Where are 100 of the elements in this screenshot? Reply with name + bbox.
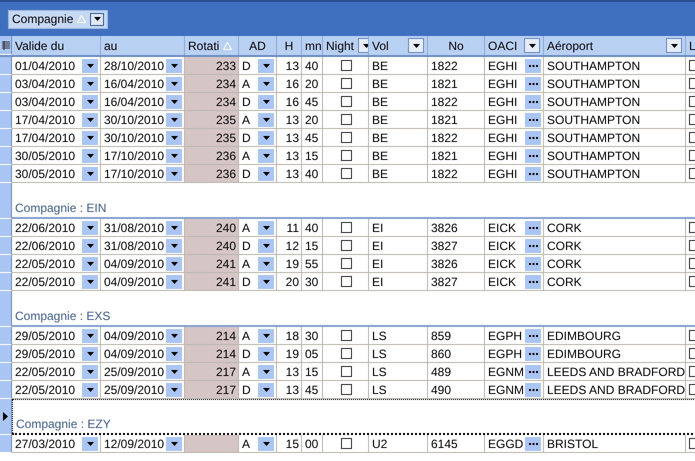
ellipsis-button[interactable] — [525, 130, 541, 144]
dropdown-button[interactable] — [82, 58, 98, 72]
filter-dropdown-button[interactable] — [524, 38, 540, 53]
ellipsis-button[interactable] — [525, 364, 541, 378]
dropdown-button[interactable] — [258, 166, 274, 180]
ellipsis-button[interactable] — [525, 436, 541, 450]
checkbox[interactable] — [340, 330, 352, 341]
checkbox[interactable] — [340, 438, 352, 449]
filter-dropdown-button[interactable] — [408, 38, 424, 53]
ellipsis-button[interactable] — [525, 382, 541, 396]
dropdown-button[interactable] — [166, 382, 182, 396]
dropdown-button[interactable] — [166, 436, 182, 450]
dropdown-button[interactable] — [258, 436, 274, 450]
dropdown-button[interactable] — [82, 130, 98, 144]
dropdown-button[interactable] — [82, 346, 98, 360]
dropdown-button[interactable] — [258, 130, 274, 144]
checkbox[interactable] — [340, 78, 352, 89]
dropdown-button[interactable] — [82, 364, 98, 378]
column-header[interactable]: mn — [302, 36, 323, 55]
dropdown-button[interactable] — [166, 238, 182, 252]
group-header-row[interactable]: Compagnie : EXS — [12, 291, 695, 327]
dropdown-button[interactable] — [258, 256, 274, 270]
dropdown-button[interactable] — [166, 166, 182, 180]
filter-dropdown-button[interactable] — [90, 12, 104, 26]
filter-dropdown-button[interactable] — [666, 38, 682, 53]
dropdown-button[interactable] — [82, 328, 98, 342]
column-header[interactable]: H — [277, 36, 302, 55]
dropdown-button[interactable] — [258, 238, 274, 252]
group-header-row[interactable]: Compagnie : EZY — [12, 399, 695, 435]
checkbox[interactable] — [340, 240, 352, 251]
ellipsis-button[interactable] — [525, 274, 541, 288]
dropdown-button[interactable] — [258, 220, 274, 234]
column-header[interactable]: No — [428, 36, 485, 55]
ellipsis-button[interactable] — [525, 58, 541, 72]
dropdown-button[interactable] — [82, 274, 98, 288]
dropdown-button[interactable] — [166, 364, 182, 378]
dropdown-button[interactable] — [82, 436, 98, 450]
dropdown-button[interactable] — [166, 274, 182, 288]
dropdown-button[interactable] — [82, 382, 98, 396]
dropdown-button[interactable] — [166, 220, 182, 234]
checkbox[interactable] — [340, 222, 352, 233]
dropdown-button[interactable] — [166, 94, 182, 108]
dropdown-button[interactable] — [166, 112, 182, 126]
checkbox[interactable] — [340, 114, 352, 125]
group-by-chip[interactable]: Compagnie — [8, 10, 108, 28]
dropdown-button[interactable] — [166, 130, 182, 144]
dropdown-button[interactable] — [82, 148, 98, 162]
dropdown-button[interactable] — [258, 76, 274, 90]
dropdown-button[interactable] — [258, 274, 274, 288]
group-header-row[interactable]: Compagnie : EIN — [12, 183, 695, 219]
checkbox[interactable] — [340, 168, 352, 179]
column-header[interactable]: AD — [239, 36, 277, 55]
dropdown-button[interactable] — [258, 346, 274, 360]
dropdown-button[interactable] — [82, 238, 98, 252]
ellipsis-button[interactable] — [525, 328, 541, 342]
ellipsis-button[interactable] — [525, 112, 541, 126]
checkbox[interactable] — [340, 384, 352, 395]
checkbox[interactable] — [340, 348, 352, 359]
dropdown-button[interactable] — [166, 148, 182, 162]
column-header[interactable]: Night — [323, 36, 369, 55]
dropdown-button[interactable] — [258, 328, 274, 342]
checkbox[interactable] — [340, 96, 352, 107]
dropdown-button[interactable] — [166, 58, 182, 72]
dropdown-button[interactable] — [82, 112, 98, 126]
column-header[interactable]: Rotati — [185, 36, 239, 55]
dropdown-button[interactable] — [258, 58, 274, 72]
dropdown-button[interactable] — [258, 112, 274, 126]
ellipsis-button[interactable] — [525, 220, 541, 234]
checkbox[interactable] — [340, 258, 352, 269]
dropdown-button[interactable] — [82, 94, 98, 108]
dropdown-button[interactable] — [258, 148, 274, 162]
row-selector[interactable] — [0, 399, 12, 435]
column-header[interactable]: Valide du — [12, 36, 101, 55]
dropdown-button[interactable] — [166, 256, 182, 270]
column-header[interactable]: Vol — [369, 36, 428, 55]
column-header[interactable]: OACI — [485, 36, 544, 55]
ellipsis-button[interactable] — [525, 94, 541, 108]
column-chooser-icon[interactable] — [2, 40, 10, 50]
dropdown-button[interactable] — [166, 76, 182, 90]
checkbox[interactable] — [340, 150, 352, 161]
ellipsis-button[interactable] — [525, 238, 541, 252]
checkbox[interactable] — [340, 132, 352, 143]
checkbox[interactable] — [340, 366, 352, 377]
dropdown-button[interactable] — [166, 346, 182, 360]
dropdown-button[interactable] — [82, 256, 98, 270]
dropdown-button[interactable] — [82, 166, 98, 180]
ellipsis-button[interactable] — [525, 346, 541, 360]
column-header[interactable]: L — [686, 36, 695, 55]
dropdown-button[interactable] — [258, 364, 274, 378]
ellipsis-button[interactable] — [525, 256, 541, 270]
dropdown-button[interactable] — [258, 382, 274, 396]
column-header[interactable]: Aéroport — [544, 36, 686, 55]
dropdown-button[interactable] — [166, 328, 182, 342]
checkbox[interactable] — [340, 60, 352, 71]
checkbox[interactable] — [340, 276, 352, 287]
dropdown-button[interactable] — [82, 220, 98, 234]
ellipsis-button[interactable] — [525, 76, 541, 90]
ellipsis-button[interactable] — [525, 148, 541, 162]
ellipsis-button[interactable] — [525, 166, 541, 180]
dropdown-button[interactable] — [82, 76, 98, 90]
